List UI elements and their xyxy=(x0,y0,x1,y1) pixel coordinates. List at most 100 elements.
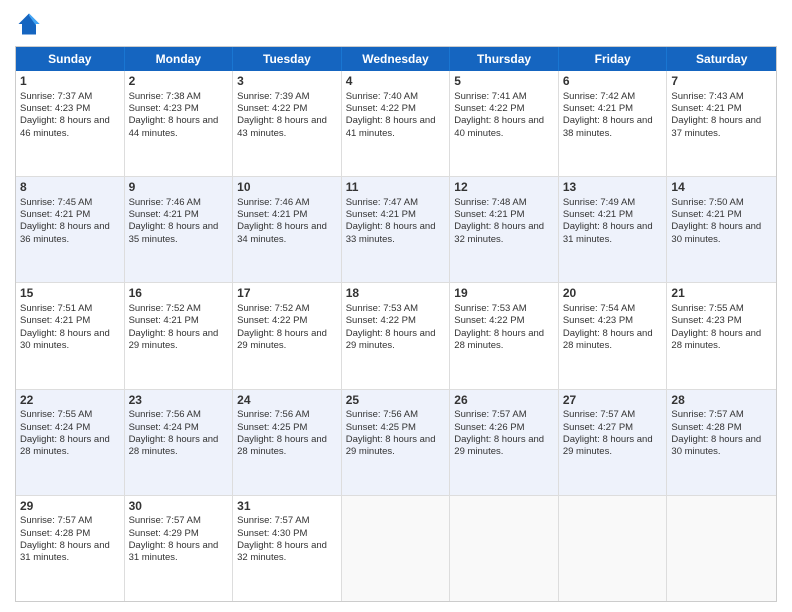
sunrise-time: Sunrise: 7:46 AM xyxy=(129,197,201,208)
sunrise-time: Sunrise: 7:43 AM xyxy=(671,91,743,102)
day-number: 2 xyxy=(129,74,229,90)
daylight-hours: Daylight: 8 hours and 31 minutes. xyxy=(129,540,219,563)
day-number: 24 xyxy=(237,393,337,409)
day-number: 5 xyxy=(454,74,554,90)
day-number: 12 xyxy=(454,180,554,196)
day-number: 4 xyxy=(346,74,446,90)
sunset-time: Sunset: 4:21 PM xyxy=(237,209,307,220)
sunset-time: Sunset: 4:21 PM xyxy=(346,209,416,220)
day-number: 20 xyxy=(563,286,663,302)
sunrise-time: Sunrise: 7:56 AM xyxy=(237,409,309,420)
sunrise-time: Sunrise: 7:37 AM xyxy=(20,91,92,102)
day-number: 15 xyxy=(20,286,120,302)
sunrise-time: Sunrise: 7:53 AM xyxy=(454,303,526,314)
calendar-row: 1Sunrise: 7:37 AMSunset: 4:23 PMDaylight… xyxy=(16,71,776,177)
calendar-day-cell: 6Sunrise: 7:42 AMSunset: 4:21 PMDaylight… xyxy=(559,71,668,176)
logo-icon xyxy=(15,10,43,38)
sunrise-time: Sunrise: 7:52 AM xyxy=(129,303,201,314)
sunset-time: Sunset: 4:21 PM xyxy=(563,103,633,114)
daylight-hours: Daylight: 8 hours and 28 minutes. xyxy=(20,434,110,457)
day-number: 26 xyxy=(454,393,554,409)
daylight-hours: Daylight: 8 hours and 28 minutes. xyxy=(129,434,219,457)
day-number: 1 xyxy=(20,74,120,90)
calendar-day-cell: 2Sunrise: 7:38 AMSunset: 4:23 PMDaylight… xyxy=(125,71,234,176)
daylight-hours: Daylight: 8 hours and 43 minutes. xyxy=(237,115,327,138)
sunset-time: Sunset: 4:21 PM xyxy=(129,315,199,326)
sunrise-time: Sunrise: 7:49 AM xyxy=(563,197,635,208)
daylight-hours: Daylight: 8 hours and 29 minutes. xyxy=(346,434,436,457)
calendar-header: SundayMondayTuesdayWednesdayThursdayFrid… xyxy=(16,47,776,71)
daylight-hours: Daylight: 8 hours and 29 minutes. xyxy=(454,434,544,457)
header xyxy=(15,10,777,38)
calendar-day-cell: 30Sunrise: 7:57 AMSunset: 4:29 PMDayligh… xyxy=(125,496,234,601)
calendar-day-cell: 10Sunrise: 7:46 AMSunset: 4:21 PMDayligh… xyxy=(233,177,342,282)
daylight-hours: Daylight: 8 hours and 38 minutes. xyxy=(563,115,653,138)
daylight-hours: Daylight: 8 hours and 36 minutes. xyxy=(20,221,110,244)
daylight-hours: Daylight: 8 hours and 32 minutes. xyxy=(454,221,544,244)
weekday-header: Sunday xyxy=(16,47,125,71)
sunset-time: Sunset: 4:22 PM xyxy=(237,103,307,114)
sunrise-time: Sunrise: 7:55 AM xyxy=(20,409,92,420)
weekday-header: Monday xyxy=(125,47,234,71)
calendar-day-cell: 31Sunrise: 7:57 AMSunset: 4:30 PMDayligh… xyxy=(233,496,342,601)
calendar-empty-cell xyxy=(667,496,776,601)
sunset-time: Sunset: 4:23 PM xyxy=(129,103,199,114)
day-number: 6 xyxy=(563,74,663,90)
sunset-time: Sunset: 4:27 PM xyxy=(563,422,633,433)
day-number: 18 xyxy=(346,286,446,302)
weekday-header: Tuesday xyxy=(233,47,342,71)
calendar-empty-cell xyxy=(342,496,451,601)
sunset-time: Sunset: 4:22 PM xyxy=(237,315,307,326)
day-number: 28 xyxy=(671,393,772,409)
daylight-hours: Daylight: 8 hours and 37 minutes. xyxy=(671,115,761,138)
sunset-time: Sunset: 4:28 PM xyxy=(671,422,741,433)
sunrise-time: Sunrise: 7:51 AM xyxy=(20,303,92,314)
daylight-hours: Daylight: 8 hours and 35 minutes. xyxy=(129,221,219,244)
calendar-row: 15Sunrise: 7:51 AMSunset: 4:21 PMDayligh… xyxy=(16,283,776,389)
sunset-time: Sunset: 4:21 PM xyxy=(20,315,90,326)
calendar-day-cell: 14Sunrise: 7:50 AMSunset: 4:21 PMDayligh… xyxy=(667,177,776,282)
sunrise-time: Sunrise: 7:57 AM xyxy=(454,409,526,420)
calendar-day-cell: 5Sunrise: 7:41 AMSunset: 4:22 PMDaylight… xyxy=(450,71,559,176)
calendar-day-cell: 8Sunrise: 7:45 AMSunset: 4:21 PMDaylight… xyxy=(16,177,125,282)
daylight-hours: Daylight: 8 hours and 40 minutes. xyxy=(454,115,544,138)
calendar-day-cell: 11Sunrise: 7:47 AMSunset: 4:21 PMDayligh… xyxy=(342,177,451,282)
sunrise-time: Sunrise: 7:52 AM xyxy=(237,303,309,314)
daylight-hours: Daylight: 8 hours and 30 minutes. xyxy=(20,328,110,351)
calendar-day-cell: 29Sunrise: 7:57 AMSunset: 4:28 PMDayligh… xyxy=(16,496,125,601)
daylight-hours: Daylight: 8 hours and 28 minutes. xyxy=(671,328,761,351)
sunset-time: Sunset: 4:24 PM xyxy=(20,422,90,433)
day-number: 25 xyxy=(346,393,446,409)
calendar-day-cell: 28Sunrise: 7:57 AM Sunset: 4:28 PMDayligh… xyxy=(667,390,776,495)
day-number: 30 xyxy=(129,499,229,515)
sunrise-time: Sunrise: 7:53 AM xyxy=(346,303,418,314)
daylight-hours: Daylight: 8 hours and 28 minutes. xyxy=(454,328,544,351)
weekday-header: Thursday xyxy=(450,47,559,71)
calendar-row: 29Sunrise: 7:57 AMSunset: 4:28 PMDayligh… xyxy=(16,496,776,601)
day-number: 13 xyxy=(563,180,663,196)
day-number: 7 xyxy=(671,74,772,90)
sunset-time: Sunset: 4:23 PM xyxy=(563,315,633,326)
sunset-time: Sunset: 4:26 PM xyxy=(454,422,524,433)
day-number: 11 xyxy=(346,180,446,196)
day-number: 17 xyxy=(237,286,337,302)
calendar-row: 8Sunrise: 7:45 AMSunset: 4:21 PMDaylight… xyxy=(16,177,776,283)
sunset-time: Sunset: 4:25 PM xyxy=(346,422,416,433)
sunset-time: Sunset: 4:22 PM xyxy=(346,315,416,326)
calendar-day-cell: 22Sunrise: 7:55 AMSunset: 4:24 PMDayligh… xyxy=(16,390,125,495)
daylight-hours: Daylight: 8 hours and 30 minutes. xyxy=(671,434,761,457)
calendar-day-cell: 25Sunrise: 7:56 AMSunset: 4:25 PMDayligh… xyxy=(342,390,451,495)
weekday-header: Saturday xyxy=(667,47,776,71)
calendar-day-cell: 4Sunrise: 7:40 AMSunset: 4:22 PMDaylight… xyxy=(342,71,451,176)
day-number: 29 xyxy=(20,499,120,515)
calendar-day-cell: 24Sunrise: 7:56 AMSunset: 4:25 PMDayligh… xyxy=(233,390,342,495)
daylight-hours: Daylight: 8 hours and 34 minutes. xyxy=(237,221,327,244)
sunset-time: Sunset: 4:23 PM xyxy=(20,103,90,114)
calendar-day-cell: 18Sunrise: 7:53 AMSunset: 4:22 PMDayligh… xyxy=(342,283,451,388)
daylight-hours: Daylight: 8 hours and 28 minutes. xyxy=(237,434,327,457)
day-number: 8 xyxy=(20,180,120,196)
sunrise-time: Sunrise: 7:46 AM xyxy=(237,197,309,208)
daylight-hours: Daylight: 8 hours and 44 minutes. xyxy=(129,115,219,138)
sunrise-time: Sunrise: 7:57 AM xyxy=(671,409,743,420)
calendar-day-cell: 13Sunrise: 7:49 AMSunset: 4:21 PMDayligh… xyxy=(559,177,668,282)
